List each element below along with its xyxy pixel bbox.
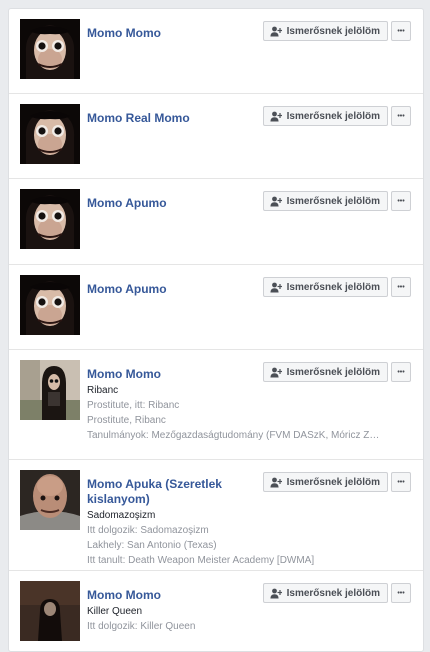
card-actions: Ismerősnek jelölöm ••• [262,106,411,126]
add-friend-label: Ismerősnek jelölöm [286,587,380,599]
profile-picture[interactable] [20,104,80,164]
profile-picture[interactable] [20,470,80,530]
profile-headline: Sadomazoşizm [87,510,156,521]
add-friend-button[interactable]: Ismerősnek jelölöm [262,21,388,41]
more-options-button[interactable]: ••• [391,362,411,382]
add-person-icon [270,196,282,207]
profile-picture[interactable] [20,19,80,79]
momo-doll-photo-avatar [20,360,80,420]
profile-name[interactable]: Momo Real Momo [87,111,267,126]
more-options-button[interactable]: ••• [391,277,411,297]
more-options-button[interactable]: ••• [391,21,411,41]
more-icon: ••• [397,27,405,35]
add-person-icon [270,282,282,293]
profile-picture[interactable] [20,581,80,641]
add-friend-button[interactable]: Ismerősnek jelölöm [262,472,388,492]
more-options-button[interactable]: ••• [391,583,411,603]
profile-name[interactable]: Momo Momo [87,588,267,603]
add-person-icon [270,477,282,488]
profile-name[interactable]: Momo Momo [87,26,267,41]
add-friend-button[interactable]: Ismerősnek jelölöm [262,191,388,211]
more-icon: ••• [397,589,405,597]
more-icon: ••• [397,478,405,486]
more-options-button[interactable]: ••• [391,191,411,211]
add-person-icon [270,367,282,378]
profile-detail: Prostitute, itt: Ribanc [87,400,180,411]
profile-info: Momo Real Momo [87,108,267,126]
add-friend-label: Ismerősnek jelölöm [286,110,380,122]
profile-info: Momo Apumo [87,279,267,297]
profile-detail: Itt tanult: Death Weapon Meister Academy… [87,555,315,566]
add-friend-button[interactable]: Ismerősnek jelölöm [262,106,388,126]
momo-face-avatar [20,19,80,79]
more-options-button[interactable]: ••• [391,472,411,492]
profile-headline: Ribanc [87,385,119,396]
list-item: Momo Momo Ribanc Prostitute, itt: Ribanc… [9,350,423,460]
dark-figure-avatar [20,581,80,641]
profile-name[interactable]: Momo Apuka (Szeretlek kislanyom) [87,477,237,507]
profile-info: Momo Momo Ribanc Prostitute, itt: Ribanc… [87,364,383,443]
list-item: Momo Apumo Ismerősnek jelölöm ••• [9,265,423,350]
profile-name[interactable]: Momo Apumo [87,196,267,211]
profile-info: Momo Momo Killer Queen Itt dolgozik: Kil… [87,585,267,634]
momo-face-avatar [20,189,80,249]
friend-suggestion-list: Momo Momo Ismerősnek jelölöm ••• Momo Re… [8,8,424,652]
momo-face-avatar [20,104,80,164]
add-person-icon [270,588,282,599]
momo-face-avatar [20,275,80,335]
profile-detail: Itt dolgozik: Killer Queen [87,621,196,632]
add-friend-label: Ismerősnek jelölöm [286,366,380,378]
profile-picture[interactable] [20,189,80,249]
add-friend-button[interactable]: Ismerősnek jelölöm [262,583,388,603]
add-friend-label: Ismerősnek jelölöm [286,25,380,37]
profile-detail: Lakhely: San Antonio (Texas) [87,540,217,551]
add-friend-button[interactable]: Ismerősnek jelölöm [262,362,388,382]
list-item: Momo Momo Ismerősnek jelölöm ••• [9,9,423,94]
distorted-face-avatar [20,470,80,530]
more-icon: ••• [397,368,405,376]
profile-info: Momo Apuka (Szeretlek kislanyom) Sadomaz… [87,474,315,568]
profile-picture[interactable] [20,360,80,420]
add-person-icon [270,111,282,122]
add-person-icon [270,26,282,37]
list-item: Momo Apumo Ismerősnek jelölöm ••• [9,179,423,265]
profile-info: Momo Momo [87,23,267,41]
profile-detail: Itt dolgozik: Sadomazoşizm [87,525,209,536]
profile-picture[interactable] [20,275,80,335]
card-actions: Ismerősnek jelölöm ••• [262,472,411,492]
more-icon: ••• [397,197,405,205]
more-icon: ••• [397,112,405,120]
card-actions: Ismerősnek jelölöm ••• [262,191,411,211]
more-options-button[interactable]: ••• [391,106,411,126]
card-actions: Ismerősnek jelölöm ••• [262,583,411,603]
profile-name[interactable]: Momo Momo [87,367,267,382]
list-item: Momo Apuka (Szeretlek kislanyom) Sadomaz… [9,460,423,571]
card-actions: Ismerősnek jelölöm ••• [262,277,411,297]
more-icon: ••• [397,283,405,291]
profile-info: Momo Apumo [87,193,267,211]
profile-name[interactable]: Momo Apumo [87,282,267,297]
list-item: Momo Real Momo Ismerősnek jelölöm ••• [9,94,423,179]
card-actions: Ismerősnek jelölöm ••• [262,362,411,382]
profile-detail: Tanulmányok: Mezőgazdaságtudomány (FVM D… [87,430,383,441]
card-actions: Ismerősnek jelölöm ••• [262,21,411,41]
add-friend-button[interactable]: Ismerősnek jelölöm [262,277,388,297]
add-friend-label: Ismerősnek jelölöm [286,281,380,293]
profile-headline: Killer Queen [87,606,143,617]
profile-detail: Prostitute, Ribanc [87,415,166,426]
list-item: Momo Momo Killer Queen Itt dolgozik: Kil… [9,571,423,651]
add-friend-label: Ismerősnek jelölöm [286,195,380,207]
add-friend-label: Ismerősnek jelölöm [286,476,380,488]
